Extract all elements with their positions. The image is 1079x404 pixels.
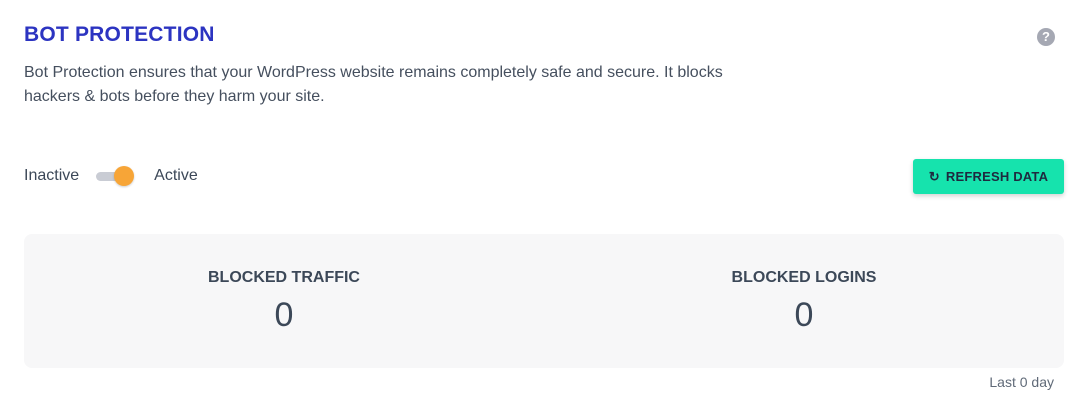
blocked-traffic-label: BLOCKED TRAFFIC <box>208 269 360 286</box>
blocked-logins-stat: BLOCKED LOGINS 0 <box>544 234 1064 335</box>
refresh-data-label: REFRESH DATA <box>945 169 1049 184</box>
toggle-active-label: Active <box>154 167 198 184</box>
stats-panel: BLOCKED TRAFFIC 0 BLOCKED LOGINS 0 <box>24 234 1064 368</box>
refresh-data-button[interactable]: ↻ REFRESH DATA <box>913 159 1064 194</box>
question-circle-icon[interactable]: ? <box>1037 28 1055 46</box>
refresh-icon: ↻ <box>928 169 940 184</box>
section-description: Bot Protection ensures that your WordPre… <box>24 64 723 105</box>
blocked-traffic-stat: BLOCKED TRAFFIC 0 <box>24 234 544 335</box>
blocked-logins-label: BLOCKED LOGINS <box>731 269 877 286</box>
section-title: BOT PROTECTION <box>24 23 215 46</box>
bot-protection-toggle[interactable] <box>96 164 135 188</box>
blocked-logins-value: 0 <box>794 296 814 334</box>
blocked-traffic-value: 0 <box>274 296 294 334</box>
toggle-inactive-label: Inactive <box>24 167 80 184</box>
bot-protection-toggle-row: Inactive Active <box>24 164 198 188</box>
toggle-knob[interactable] <box>114 166 135 186</box>
period-label: Last 0 day <box>989 374 1054 390</box>
